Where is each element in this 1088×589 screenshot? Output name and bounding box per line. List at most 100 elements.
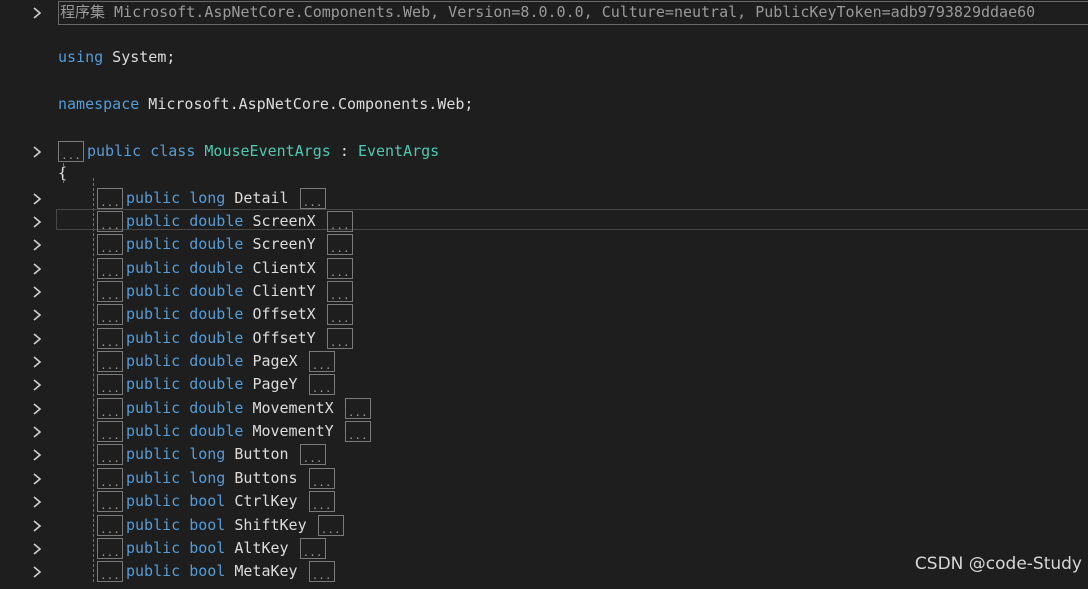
chevron-right-icon[interactable] bbox=[30, 215, 44, 229]
chevron-right-icon[interactable] bbox=[30, 6, 44, 20]
chevron-right-icon[interactable] bbox=[30, 355, 44, 369]
chevron-right-icon[interactable] bbox=[30, 285, 44, 299]
collapsed-accessor-marker[interactable]: ... bbox=[299, 538, 326, 559]
member-name: PageY bbox=[252, 375, 298, 393]
collapsed-attributes-marker[interactable]: ... bbox=[97, 515, 123, 536]
chevron-right-icon[interactable] bbox=[30, 192, 44, 206]
access-modifier: public bbox=[126, 399, 181, 417]
namespace-line: namespace Microsoft.AspNetCore.Component… bbox=[0, 93, 1088, 116]
collapsed-attributes-marker[interactable]: ... bbox=[97, 258, 123, 279]
member-type: double bbox=[189, 282, 244, 300]
member-type: double bbox=[189, 305, 244, 323]
member-type: double bbox=[189, 235, 244, 253]
chevron-right-icon[interactable] bbox=[30, 448, 44, 462]
chevron-right-icon[interactable] bbox=[30, 238, 44, 252]
access-modifier: public bbox=[126, 422, 181, 440]
collapsed-accessor-marker[interactable]: ... bbox=[317, 515, 344, 536]
access-modifier: public bbox=[126, 282, 181, 300]
access-modifier: public bbox=[126, 492, 181, 510]
collapsed-attributes-marker[interactable]: ... bbox=[97, 491, 123, 512]
using-target: System; bbox=[103, 48, 176, 66]
collapsed-accessor-marker[interactable]: ... bbox=[308, 491, 335, 512]
member-type: double bbox=[189, 375, 244, 393]
member-line: ... public bool CtrlKey ... bbox=[0, 490, 1088, 513]
member-name: Detail bbox=[234, 189, 289, 207]
member-name: ShiftKey bbox=[234, 516, 307, 534]
collapsed-accessor-marker[interactable]: ... bbox=[326, 328, 353, 349]
collapsed-accessor-marker[interactable]: ... bbox=[308, 374, 335, 395]
access-modifier: public bbox=[126, 329, 181, 347]
member-type: double bbox=[189, 329, 244, 347]
collapsed-attributes-marker[interactable]: ... bbox=[97, 328, 123, 349]
member-name: MetaKey bbox=[234, 562, 298, 580]
access-modifier: public bbox=[126, 516, 181, 534]
watermark: CSDN @code-Study bbox=[914, 554, 1082, 574]
member-name: ScreenX bbox=[252, 212, 316, 230]
collapsed-attributes-marker[interactable]: ... bbox=[97, 351, 123, 372]
chevron-right-icon[interactable] bbox=[30, 402, 44, 416]
member-name: OffsetY bbox=[252, 329, 316, 347]
member-line: ... public double MovementX ... bbox=[0, 397, 1088, 420]
collapsed-accessor-marker[interactable]: ... bbox=[299, 188, 326, 209]
member-type: long bbox=[189, 189, 226, 207]
collapsed-accessor-marker[interactable]: ... bbox=[344, 421, 371, 442]
class-declaration-line: ... public class MouseEventArgs : EventAr… bbox=[0, 140, 1088, 163]
collapsed-attributes-marker[interactable]: ... bbox=[97, 281, 123, 302]
member-type: double bbox=[189, 259, 244, 277]
member-name: MovementX bbox=[252, 399, 334, 417]
access-modifier: public bbox=[126, 375, 181, 393]
access-modifier: public bbox=[126, 562, 181, 580]
member-line: ... public double OffsetX ... bbox=[0, 303, 1088, 326]
member-type: long bbox=[189, 469, 226, 487]
collapsed-accessor-marker[interactable]: ... bbox=[326, 304, 353, 325]
access-modifier: public bbox=[126, 235, 181, 253]
chevron-right-icon[interactable] bbox=[30, 262, 44, 276]
member-type: double bbox=[189, 352, 244, 370]
member-type: long bbox=[189, 445, 226, 463]
member-name: Button bbox=[234, 445, 289, 463]
access-modifier: public bbox=[126, 445, 181, 463]
collapsed-attributes-marker[interactable]: ... bbox=[58, 141, 84, 162]
chevron-right-icon[interactable] bbox=[30, 472, 44, 486]
open-brace-line: { bbox=[0, 162, 1088, 185]
collapsed-attributes-marker[interactable]: ... bbox=[97, 374, 123, 395]
chevron-right-icon[interactable] bbox=[30, 519, 44, 533]
collapsed-attributes-marker[interactable]: ... bbox=[97, 468, 123, 489]
chevron-right-icon[interactable] bbox=[30, 542, 44, 556]
member-line: ... public double ScreenY ... bbox=[0, 233, 1088, 256]
chevron-right-icon[interactable] bbox=[30, 308, 44, 322]
collapsed-attributes-marker[interactable]: ... bbox=[97, 421, 123, 442]
collapsed-attributes-marker[interactable]: ... bbox=[97, 188, 123, 209]
indent-guide bbox=[63, 163, 64, 183]
collapsed-attributes-marker[interactable]: ... bbox=[97, 561, 123, 582]
collapsed-attributes-marker[interactable]: ... bbox=[97, 304, 123, 325]
collapsed-attributes-marker[interactable]: ... bbox=[97, 444, 123, 465]
collapsed-accessor-marker[interactable]: ... bbox=[326, 234, 353, 255]
collapsed-attributes-marker[interactable]: ... bbox=[97, 234, 123, 255]
chevron-right-icon[interactable] bbox=[30, 332, 44, 346]
collapsed-accessor-marker[interactable]: ... bbox=[326, 258, 353, 279]
member-name: AltKey bbox=[234, 539, 289, 557]
collapsed-accessor-marker[interactable]: ... bbox=[308, 561, 335, 582]
namespace-keyword: namespace bbox=[58, 95, 140, 113]
member-name: ClientX bbox=[252, 259, 316, 277]
chevron-right-icon[interactable] bbox=[30, 425, 44, 439]
collapsed-attributes-marker[interactable]: ... bbox=[97, 398, 123, 419]
collapsed-accessor-marker[interactable]: ... bbox=[308, 468, 335, 489]
collapsed-attributes-marker[interactable]: ... bbox=[97, 211, 123, 232]
access-modifier: public bbox=[126, 189, 181, 207]
collapsed-accessor-marker[interactable]: ... bbox=[326, 211, 353, 232]
collapsed-attributes-marker[interactable]: ... bbox=[97, 538, 123, 559]
chevron-right-icon[interactable] bbox=[30, 565, 44, 579]
collapsed-accessor-marker[interactable]: ... bbox=[308, 351, 335, 372]
code-editor[interactable]: 程序集 Microsoft.AspNetCore.Components.Web,… bbox=[0, 0, 1088, 582]
collapsed-accessor-marker[interactable]: ... bbox=[299, 444, 326, 465]
collapsed-accessor-marker[interactable]: ... bbox=[326, 281, 353, 302]
chevron-right-icon[interactable] bbox=[30, 145, 44, 159]
collapsed-accessor-marker[interactable]: ... bbox=[344, 398, 371, 419]
member-name: CtrlKey bbox=[234, 492, 298, 510]
chevron-right-icon[interactable] bbox=[30, 495, 44, 509]
member-line: ... public bool ShiftKey ... bbox=[0, 514, 1088, 537]
chevron-right-icon[interactable] bbox=[30, 378, 44, 392]
assembly-header-text: 程序集 Microsoft.AspNetCore.Components.Web,… bbox=[60, 3, 1036, 21]
